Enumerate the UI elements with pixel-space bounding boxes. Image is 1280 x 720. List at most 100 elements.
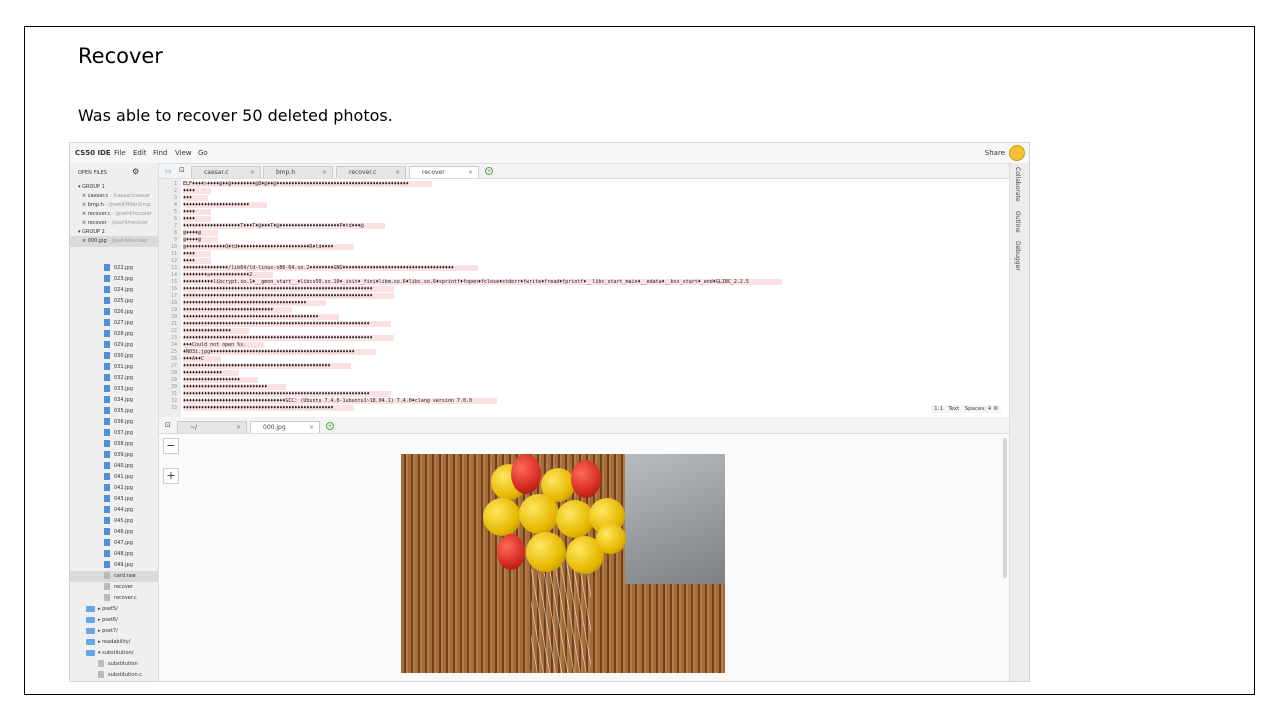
line-number: 1 [173,181,177,187]
file-item-jpg[interactable]: 039.jpg [70,450,158,461]
file-path: - /pset4/recover [106,220,148,226]
tab-recover-c[interactable]: recover.c × [336,166,406,178]
file-item-jpg[interactable]: 029.jpg [70,340,158,351]
syntax-mode[interactable]: Text [948,406,959,412]
file-icon [104,275,110,282]
folder-item[interactable]: ▸ readability/ [70,637,158,648]
file-item-jpg[interactable]: 028.jpg [70,329,158,340]
code-text: ♦♦♦♦ [183,216,212,222]
debugger-panel-tab[interactable]: Debugger [1014,241,1021,271]
file-item-jpg[interactable]: 024.jpg [70,285,158,296]
folder-item[interactable]: ▸ pset7/ [70,626,158,637]
file-item-jpg[interactable]: 042.jpg [70,483,158,494]
file-item-jpg[interactable]: 032.jpg [70,373,158,384]
file-item-jpg[interactable]: 038.jpg [70,439,158,450]
file-item-jpg[interactable]: 047.jpg [70,538,158,549]
code-line: 3 ♦♦♦ [159,195,1009,202]
zoom-out-button[interactable]: − [163,438,179,454]
file-name: pset5/ [102,606,118,612]
file-icon [104,341,110,348]
line-number: 18 [170,300,177,306]
menu-go[interactable]: Go [198,149,208,157]
file-item-jpg[interactable]: 023.jpg [70,274,158,285]
file-item-jpg[interactable]: 044.jpg [70,505,158,516]
indent-setting[interactable]: Spaces: 4 [965,406,992,412]
line-number: 31 [170,391,177,397]
menu-edit[interactable]: Edit [133,149,147,157]
tab-caesar-c[interactable]: caesar.c × [191,166,261,178]
close-icon: × [249,169,255,176]
file-item-jpg[interactable]: 037.jpg [70,428,158,439]
file-item[interactable]: card.raw [70,571,158,582]
file-icon [104,385,110,392]
file-item-jpg[interactable]: 031.jpg [70,362,158,373]
code-line: 33 ♦♦♦♦♦♦♦♦♦♦♦♦♦♦♦♦♦♦♦♦♦♦♦♦♦♦♦♦♦♦♦♦♦♦♦♦♦♦… [159,405,1009,412]
editor-status: 1:1 Text Spaces: 4 ⚙ [931,405,1001,413]
file-name: recover.c [87,211,111,217]
file-item-jpg[interactable]: 025.jpg [70,296,158,307]
folder-item[interactable]: ▸ pset5/ [70,604,158,615]
menu-bar: CS50 IDE File Edit Find View Go Share [70,143,1029,164]
tab-000-jpg[interactable]: 000.jpg × [250,421,320,433]
recovered-photo [401,454,725,673]
binary-editor[interactable]: 1 ELF♦♦♦♦>♦♦♦♦@♦♦@♦♦♦♦♦♦♦♦@8♦@♦♦@♦♦♦♦♦♦♦♦… [159,178,1009,417]
share-button[interactable]: Share [985,149,1005,157]
terminal-icon[interactable]: ⊡ [179,166,185,174]
folder-item[interactable]: ▸ pset6/ [70,615,158,626]
file-name: 044.jpg [114,507,133,513]
outline-panel-tab[interactable]: Outline [1014,211,1021,233]
file-item-jpg[interactable]: 034.jpg [70,395,158,406]
file-item-jpg[interactable]: 035.jpg [70,406,158,417]
gear-icon[interactable]: ⚙ [132,167,139,176]
file-item-jpg[interactable]: 036.jpg [70,417,158,428]
file-item-jpg[interactable]: 049.jpg [70,560,158,571]
file-item-jpg[interactable]: 043.jpg [70,494,158,505]
folder-item[interactable]: ▾ substitution/ [70,648,158,659]
file-item-jpg[interactable]: 045.jpg [70,516,158,527]
code-text: ♦♦♦♦♦♦♦♦♦♦♦♦♦♦♦♦♦♦♦♦♦♦♦♦♦♦♦♦♦♦♦♦♦♦GCC: (… [183,398,497,404]
editor-tabs: ▭ ⊡ caesar.c × bmp.h × recover.c × recover ×… [159,164,1009,178]
cursor-position[interactable]: 1:1 [934,406,943,412]
file-name: 026.jpg [114,309,133,315]
file-item-jpg[interactable]: 022.jpg [70,263,158,274]
file-item[interactable]: recover.c [70,593,158,604]
file-item-jpg[interactable]: 046.jpg [70,527,158,538]
file-item-jpg[interactable]: 041.jpg [70,472,158,483]
code-text: @♦♦♦♦@ [183,237,218,243]
file-item-jpg[interactable]: 040.jpg [70,461,158,472]
code-line: 13 ♦♦♦♦♦♦♦♦♦♦♦♦♦♦♦/lib64/ld-linux-x86-64.… [159,265,1009,272]
file-name: 041.jpg [114,474,133,480]
line-number: 23 [170,335,177,341]
viewer-scrollbar[interactable] [1003,438,1007,578]
zoom-in-button[interactable]: + [163,468,179,484]
file-item[interactable]: recover [70,582,158,593]
folder-icon[interactable]: ▭ [165,167,172,175]
file-item-jpg[interactable]: 027.jpg [70,318,158,329]
menu-view[interactable]: View [175,149,192,157]
code-line: 12 ♦♦♦♦ [159,258,1009,265]
code-line: 5 ♦♦♦♦ [159,209,1009,216]
tab-bmp-h[interactable]: bmp.h × [263,166,333,178]
file-item-jpg[interactable]: 030.jpg [70,351,158,362]
file-item-jpg[interactable]: 048.jpg [70,549,158,560]
file-item-jpg[interactable]: 033.jpg [70,384,158,395]
tab-recover[interactable]: recover × [409,166,479,178]
new-tab-plus-icon[interactable]: + [485,167,493,175]
menu-file[interactable]: File [114,149,126,157]
terminal-icon[interactable]: ⊡ [165,421,171,429]
collaborate-panel-tab[interactable]: Collaborate [1014,167,1021,202]
new-tab-plus-icon[interactable]: + [326,422,334,430]
open-file-item[interactable]: × 000.jpg - /pset4/recover [70,236,158,247]
code-line: 17 ♦♦♦♦♦♦♦♦♦♦♦♦♦♦♦♦♦♦♦♦♦♦♦♦♦♦♦♦♦♦♦♦♦♦♦♦♦♦… [159,293,1009,300]
settings-gear-icon[interactable]: ⚙ [993,406,998,412]
file-icon [98,660,104,667]
code-line: 29 ♦♦♦♦♦♦♦♦♦♦♦♦♦♦♦♦♦♦♦ [159,377,1009,384]
file-item-jpg[interactable]: 026.jpg [70,307,158,318]
tab-terminal[interactable]: ~/× [177,421,247,433]
file-item[interactable]: substitution [70,659,158,670]
duck-avatar-icon[interactable] [1009,145,1025,161]
file-item[interactable]: substitution.c [70,670,158,681]
menu-find[interactable]: Find [153,149,167,157]
file-name: 031.jpg [114,364,133,370]
code-text: ♦♦♦♦♦♦♦♦♦♦♦♦♦♦♦/lib64/ld-linux-x86-64.so… [183,265,478,271]
